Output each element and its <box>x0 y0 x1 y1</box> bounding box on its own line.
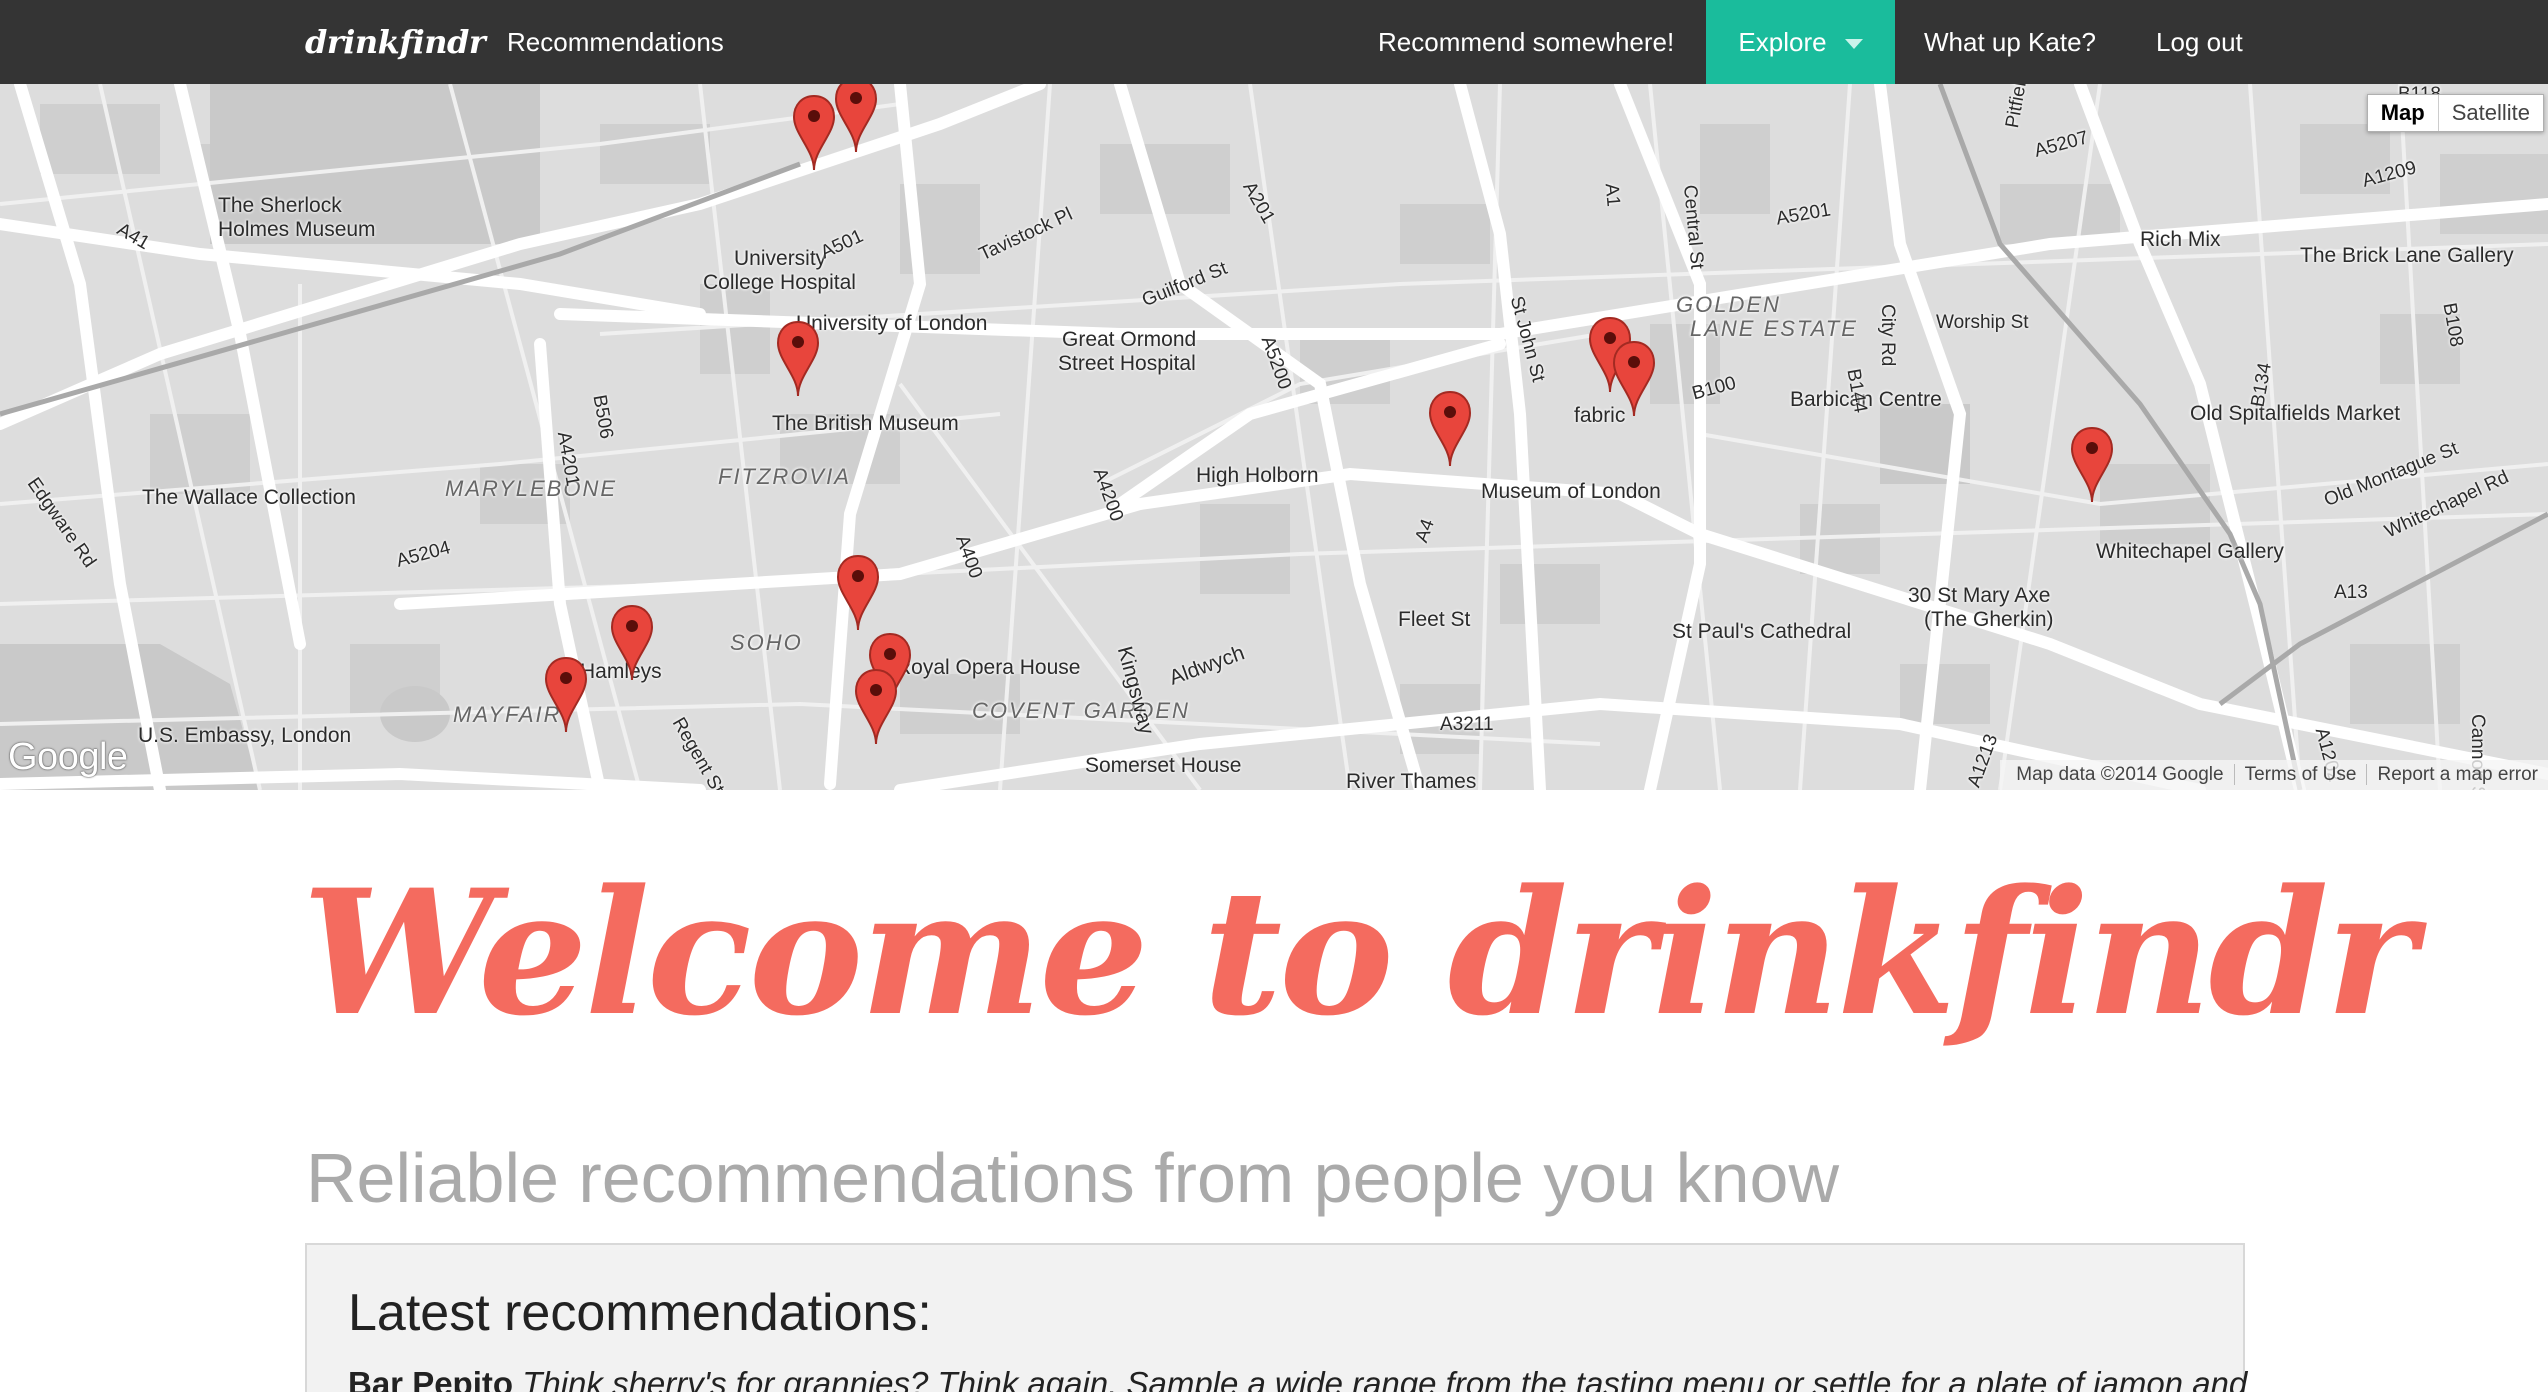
map-label: Street Hospital <box>1058 352 1196 375</box>
location-marker[interactable] <box>610 604 654 682</box>
brand-logo[interactable]: drinkfindr <box>305 18 486 66</box>
map-label: River Thames <box>1346 770 1477 790</box>
map-label: Museum of London <box>1481 480 1661 503</box>
map-label: The Brick Lane Gallery <box>2300 244 2514 267</box>
location-marker[interactable] <box>776 320 820 398</box>
recommendation-description: Think sherry's for grannies? Think again… <box>522 1365 2248 1392</box>
map-area-label: FITZROVIA <box>718 464 851 489</box>
map-type-satellite-button[interactable]: Satellite <box>2439 95 2543 131</box>
map-label: Fleet St <box>1398 608 1471 631</box>
map-label: City Rd <box>1877 304 1898 367</box>
map-area-label: LANE ESTATE <box>1690 316 1858 341</box>
map-area-label: MARYLEBONE <box>445 476 618 501</box>
map-label: University of London <box>796 312 988 335</box>
welcome-heading: Welcome to drinkfindr <box>302 851 2416 1054</box>
location-marker[interactable] <box>854 668 898 746</box>
terms-of-use-link[interactable]: Terms of Use <box>2233 764 2367 785</box>
map-label: The British Museum <box>772 412 959 435</box>
google-logo: Google <box>8 736 128 778</box>
map-label: Royal Opera House <box>896 656 1081 679</box>
map-label: The Sherlock <box>218 194 342 217</box>
map-data-credit: Map data ©2014 Google <box>2016 764 2224 785</box>
latest-recommendations-panel: Latest recommendations: Bar Pepito Think… <box>305 1243 2247 1392</box>
map-label: Holmes Museum <box>218 218 376 241</box>
location-marker[interactable] <box>544 656 588 734</box>
map-label: Old Spitalfields Market <box>2190 402 2401 425</box>
recommendation-item: Bar Pepito Think sherry's for grannies? … <box>348 1365 2247 1392</box>
map-label: High Holborn <box>1196 464 1319 487</box>
map-view[interactable]: The Sherlock Holmes Museum University Co… <box>0 84 2548 790</box>
map-label: Rich Mix <box>2140 228 2221 251</box>
latest-recommendations-title: Latest recommendations: <box>348 1284 932 1342</box>
location-marker[interactable] <box>1612 340 1656 418</box>
nav-recommend-somewhere[interactable]: Recommend somewhere! <box>1378 0 1674 84</box>
map-label: Great Ormond <box>1062 328 1197 351</box>
map-label: (The Gherkin) <box>1924 608 2054 631</box>
map-tiles <box>0 84 2548 790</box>
chevron-down-icon <box>1844 39 1863 50</box>
map-label: U.S. Embassy, London <box>138 724 352 747</box>
location-marker[interactable] <box>792 94 836 172</box>
road-label: A3211 <box>1440 714 1494 735</box>
nav-logout[interactable]: Log out <box>2156 0 2243 84</box>
map-type-map-button[interactable]: Map <box>2368 95 2439 131</box>
map-label: The Wallace Collection <box>142 486 356 509</box>
map-label: Whitechapel Gallery <box>2096 540 2284 563</box>
location-marker[interactable] <box>2070 426 2114 504</box>
map-label: Worship St <box>1936 312 2029 333</box>
map-label: St Paul's Cathedral <box>1672 620 1852 643</box>
location-marker[interactable] <box>1428 390 1472 468</box>
nav-recommendations[interactable]: Recommendations <box>507 0 724 84</box>
map-attribution: Map data ©2014 Google Terms of Use Report … <box>2000 760 2548 790</box>
location-marker[interactable] <box>834 84 878 154</box>
map-area-label: SOHO <box>730 630 803 655</box>
nav-explore-dropdown[interactable]: Explore <box>1706 0 1895 84</box>
report-map-error-link[interactable]: Report a map error <box>2366 764 2548 785</box>
road-label: A13 <box>2334 582 2368 603</box>
nav-greeting[interactable]: What up Kate? <box>1924 0 2096 84</box>
map-area-label: COVENT GARDEN <box>972 698 1190 723</box>
tagline: Reliable recommendations from people you… <box>306 1139 1840 1217</box>
map-type-control: Map Satellite <box>2366 94 2544 132</box>
location-marker[interactable] <box>836 554 880 632</box>
map-label: Somerset House <box>1085 754 1242 777</box>
map-label: University <box>734 247 827 270</box>
road-label: A1 <box>1600 182 1624 208</box>
map-label: College Hospital <box>703 271 856 294</box>
map-area-label: GOLDEN <box>1676 292 1781 317</box>
nav-explore-label: Explore <box>1738 27 1827 57</box>
recommendation-name[interactable]: Bar Pepito <box>348 1365 513 1392</box>
map-label: 30 St Mary Axe <box>1908 584 2051 607</box>
top-navbar: drinkfindr Recommendations Recommend som… <box>0 0 2548 84</box>
